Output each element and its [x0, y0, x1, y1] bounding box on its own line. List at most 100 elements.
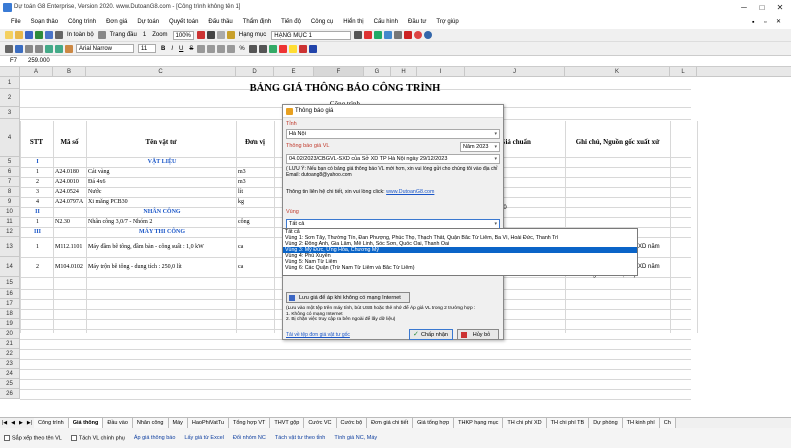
province-select[interactable]: Hà Nội ▾	[286, 129, 500, 139]
cell-code[interactable]: A24.0180	[53, 167, 86, 177]
column-header[interactable]: C	[86, 67, 236, 77]
cell-name[interactable]: Nhân công 3,0/7 - Nhóm 2	[86, 217, 236, 227]
cell-stt[interactable]: 1	[20, 167, 53, 177]
excel-icon[interactable]	[35, 31, 43, 39]
menu-project[interactable]: Công trình	[63, 16, 101, 29]
cell-stt[interactable]: 2	[20, 177, 53, 187]
row-header[interactable]: 13	[0, 237, 20, 257]
cell-code[interactable]: A24.0010	[53, 177, 86, 187]
column-header[interactable]: E	[274, 67, 314, 77]
row-header[interactable]: 20	[0, 329, 20, 339]
strike-button[interactable]: S	[189, 46, 193, 52]
align-left-icon[interactable]	[197, 44, 206, 53]
sheet-tab[interactable]: Tổng hợp VT	[229, 418, 271, 428]
cell-code[interactable]: N2.30	[53, 217, 86, 227]
tab-last-icon[interactable]: ▶|	[25, 420, 34, 426]
contact-link[interactable]: www.DutoanG8.com	[386, 189, 434, 195]
row-header[interactable]: 25	[0, 379, 20, 389]
row-header[interactable]: 18	[0, 309, 20, 319]
cell-stt[interactable]: 2	[20, 257, 53, 277]
inner-restore-button[interactable]: ▫	[764, 16, 766, 29]
cell-name[interactable]: Máy đầm bê tông, đầm bàn - công suất : 1…	[86, 237, 236, 257]
partial-cell[interactable]: XD năm	[638, 241, 670, 253]
cell-stt[interactable]: 3	[20, 187, 53, 197]
sheet-tab[interactable]: TH kinh phí	[622, 418, 660, 428]
grid-icon[interactable]	[206, 31, 215, 39]
download-link[interactable]: Tải về tệp đơn giá vật tư gốc	[286, 332, 350, 338]
sheet-tab[interactable]: TH chi phí TB	[546, 418, 590, 428]
row-header[interactable]: 14	[0, 257, 20, 277]
split-by-province-link[interactable]: Tách vật tư theo tỉnh	[275, 435, 325, 441]
row-header[interactable]: 3	[0, 107, 20, 119]
row-header[interactable]: 24	[0, 369, 20, 379]
delete-icon[interactable]	[364, 31, 373, 39]
sheet-tab[interactable]: HaoPhiVatTu	[187, 418, 229, 428]
cell-code[interactable]	[53, 207, 86, 217]
row-header[interactable]: 9	[0, 197, 20, 207]
cell-unit[interactable]: ca	[236, 257, 274, 277]
column-header[interactable]: H	[391, 67, 417, 77]
split-material-checkbox[interactable]: Tách VL chính phụ	[70, 434, 125, 441]
percent-button[interactable]: %	[239, 46, 244, 52]
cell-code[interactable]: M112.1101	[53, 237, 86, 257]
cell-name[interactable]: Cát vàng	[86, 167, 236, 177]
cell-name[interactable]: Nước	[86, 187, 236, 197]
row-header[interactable]: 6	[0, 167, 20, 177]
cell-unit[interactable]: công	[236, 217, 274, 227]
column-header[interactable]: J	[465, 67, 565, 77]
sheet-tab[interactable]: Giá tổng hợp	[413, 418, 455, 428]
calc-icon[interactable]	[354, 31, 363, 39]
cell-unit[interactable]	[236, 227, 274, 237]
cell-name[interactable]: MÁY THI CÔNG	[86, 227, 236, 237]
justify-icon[interactable]	[227, 44, 236, 53]
print-all-button[interactable]: In toàn bộ	[67, 32, 94, 38]
cell-stt[interactable]: III	[20, 227, 53, 237]
cell-unit[interactable]: m3	[236, 167, 274, 177]
row-header[interactable]: 21	[0, 339, 20, 349]
accept-button[interactable]: ✓ Chấp nhận	[409, 329, 453, 340]
fill-color-icon[interactable]	[288, 44, 297, 53]
inner-minimize-button[interactable]: ▪	[752, 16, 754, 29]
close-button[interactable]: ✕	[774, 3, 786, 12]
column-header[interactable]: A	[20, 67, 53, 77]
new-file-icon[interactable]	[5, 31, 13, 39]
column-header[interactable]: I	[417, 67, 465, 77]
column-header[interactable]: F	[314, 67, 364, 77]
row-header[interactable]: 2	[0, 89, 20, 107]
row-header[interactable]: 7	[0, 177, 20, 187]
copy-icon[interactable]	[394, 31, 403, 39]
apply-price-notice-link[interactable]: Áp giá thông báo	[134, 435, 176, 441]
inner-close-button[interactable]: ✕	[776, 16, 781, 29]
flag-vn-icon[interactable]	[298, 44, 307, 53]
flag-uk-icon[interactable]	[308, 44, 317, 53]
row-header[interactable]: 4	[0, 119, 20, 157]
formula-input[interactable]: 259.000	[28, 58, 50, 64]
cell-name[interactable]: VẬT LIỆU	[86, 157, 236, 167]
menu-settlement[interactable]: Quyết toán	[164, 16, 203, 29]
menu-appraisal[interactable]: Thẩm định	[238, 16, 276, 29]
year-select[interactable]: Năm 2023 ▾	[460, 142, 500, 152]
price-doc-select[interactable]: 04.02/2023/CBGVL-SXD của Sở XD TP Hà Nội…	[286, 154, 500, 164]
youtube-icon[interactable]	[404, 31, 413, 39]
column-header[interactable]: L	[670, 67, 697, 77]
align-center-icon[interactable]	[207, 44, 216, 53]
cell-stt[interactable]: II	[20, 207, 53, 217]
word-icon[interactable]	[45, 31, 53, 39]
insert-row-icon[interactable]	[45, 44, 53, 53]
sheet-tab[interactable]: Đầu vào	[103, 418, 133, 428]
bold-button[interactable]: B	[161, 46, 165, 52]
maximize-button[interactable]: □	[756, 3, 768, 12]
menu-bidding[interactable]: Đấu thầu	[203, 16, 237, 29]
sheet-icon[interactable]	[384, 31, 393, 39]
folder-icon[interactable]	[226, 31, 235, 39]
cell-name[interactable]: Xi măng PCB30	[86, 197, 236, 207]
column-header[interactable]: D	[236, 67, 274, 77]
menu-tools[interactable]: Công cụ	[306, 16, 338, 29]
delete-row-icon[interactable]	[55, 44, 63, 53]
merge-icon[interactable]	[268, 44, 277, 53]
menu-unit-price[interactable]: Đơn giá	[101, 16, 132, 29]
sheet-tab[interactable]: Cước bộ	[336, 418, 368, 428]
cell-unit[interactable]	[236, 157, 274, 167]
row-header[interactable]: 10	[0, 207, 20, 217]
tab-next-icon[interactable]: ▶	[17, 420, 25, 426]
